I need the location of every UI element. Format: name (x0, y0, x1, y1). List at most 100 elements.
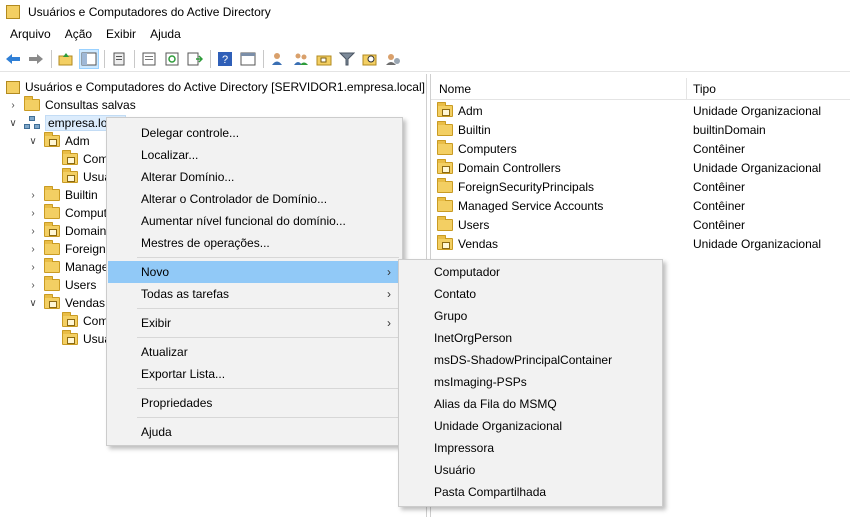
submenu-item-user[interactable]: Usuário (400, 459, 661, 481)
menu-arquivo[interactable]: Arquivo (4, 27, 57, 41)
list-header: Nome Tipo (431, 78, 850, 100)
console-icon[interactable] (238, 49, 258, 69)
expand-icon[interactable]: › (26, 278, 40, 292)
list-item[interactable]: Computers Contêiner (431, 139, 850, 158)
menu-separator (137, 337, 399, 338)
list-item[interactable]: Domain Controllers Unidade Organizaciona… (431, 158, 850, 177)
menu-item-label: Todas as tarefas (141, 287, 230, 301)
folder-icon (44, 258, 60, 273)
menu-item-help[interactable]: Ajuda (108, 421, 401, 443)
properties-icon[interactable] (139, 49, 159, 69)
tree-item-computers[interactable]: › Comput (26, 204, 107, 222)
menu-item-label: Exibir (141, 316, 172, 330)
submenu-item-imaging-psps[interactable]: msImaging-PSPs (400, 371, 661, 393)
collapse-icon[interactable]: ∨ (6, 116, 20, 130)
ou-icon (44, 294, 60, 309)
column-header-name[interactable]: Nome (439, 82, 471, 96)
refresh-icon[interactable] (162, 49, 182, 69)
list-item-type: Unidade Organizacional (693, 160, 822, 175)
list-item[interactable]: ForeignSecurityPrincipals Contêiner (431, 177, 850, 196)
menu-item-change-dc[interactable]: Alterar o Controlador de Domínio... (108, 188, 401, 210)
submenu-item-ou[interactable]: Unidade Organizacional (400, 415, 661, 437)
tree-item-managed[interactable]: › Manage (26, 258, 108, 276)
ou-icon (437, 101, 453, 117)
find-icon[interactable] (360, 49, 380, 69)
tree-root-label: Usuários e Computadores do Active Direct… (25, 80, 425, 94)
column-header-type[interactable]: Tipo (693, 82, 716, 96)
domain-icon (24, 116, 40, 130)
submenu-item-msmq-alias[interactable]: Alias da Fila do MSMQ (400, 393, 661, 415)
app-icon (6, 5, 20, 19)
submenu-item-group[interactable]: Grupo (400, 305, 661, 327)
tree-item-users[interactable]: › Users (26, 276, 96, 294)
list-item-type: Contêiner (693, 179, 746, 194)
tree-item-foreign[interactable]: › ForeignS (26, 240, 114, 258)
menu-item-raise-level[interactable]: Aumentar nível funcional do domínio... (108, 210, 401, 232)
list-item[interactable]: Managed Service Accounts Contêiner (431, 196, 850, 215)
export-list-icon[interactable] (185, 49, 205, 69)
menu-item-all-tasks[interactable]: Todas as tarefas › (108, 283, 401, 305)
menu-item-export[interactable]: Exportar Lista... (108, 363, 401, 385)
folder-icon (44, 204, 60, 219)
menu-acao[interactable]: Ação (59, 27, 98, 41)
tree-item-adm-child[interactable]: Usua (62, 168, 111, 186)
expand-icon[interactable]: › (26, 260, 40, 274)
expand-icon[interactable]: › (26, 242, 40, 256)
menu-ajuda[interactable]: Ajuda (144, 27, 187, 41)
show-hide-console-tree-icon[interactable] (79, 48, 99, 69)
column-divider[interactable] (686, 78, 687, 100)
tree-item-vendas-child[interactable]: Usua (62, 330, 111, 348)
window-title: Usuários e Computadores do Active Direct… (28, 5, 271, 19)
submenu-item-shadow-principal[interactable]: msDS-ShadowPrincipalContainer (400, 349, 661, 371)
forward-icon[interactable] (26, 49, 46, 69)
expand-icon[interactable]: › (26, 206, 40, 220)
menu-item-operations-masters[interactable]: Mestres de operações... (108, 232, 401, 254)
submenu-item-shared-folder[interactable]: Pasta Compartilhada (400, 481, 661, 503)
filter-icon[interactable] (337, 49, 357, 69)
tree-item-domain-controllers[interactable]: › Domain (26, 222, 106, 240)
list-item[interactable]: Builtin builtinDomain (431, 120, 850, 139)
new-user-icon[interactable] (268, 49, 288, 69)
ou-icon (437, 234, 453, 250)
menu-item-properties[interactable]: Propriedades (108, 392, 401, 414)
tree-item-adm[interactable]: ∨ Adm (26, 132, 90, 150)
list-item[interactable]: Adm Unidade Organizacional (431, 101, 850, 120)
menu-item-find[interactable]: Localizar... (108, 144, 401, 166)
submenu-item-inetorgperson[interactable]: InetOrgPerson (400, 327, 661, 349)
toolbar-separator (51, 49, 52, 68)
submenu-item-contact[interactable]: Contato (400, 283, 661, 305)
tree-item-vendas-child[interactable]: Com (62, 312, 108, 330)
menu-item-new[interactable]: Novo › (108, 261, 401, 283)
tree-root[interactable]: Usuários e Computadores do Active Direct… (6, 78, 425, 96)
help-icon[interactable]: ? (215, 49, 235, 69)
submenu-item-computer[interactable]: Computador (400, 261, 661, 283)
collapse-icon[interactable]: ∨ (26, 134, 40, 148)
menu-item-view[interactable]: Exibir › (108, 312, 401, 334)
menu-item-change-domain[interactable]: Alterar Domínio... (108, 166, 401, 188)
back-icon[interactable] (3, 49, 23, 69)
menu-item-label: Novo (141, 265, 170, 279)
list-item[interactable]: Users Contêiner (431, 215, 850, 234)
menu-exibir[interactable]: Exibir (100, 27, 142, 41)
collapse-icon[interactable]: ∨ (26, 296, 40, 310)
clipboard-icon[interactable] (109, 49, 129, 69)
expand-icon[interactable]: › (6, 98, 20, 112)
tree-item-saved-queries[interactable]: › Consultas salvas (6, 96, 136, 114)
submenu-item-printer[interactable]: Impressora (400, 437, 661, 459)
add-to-group-icon[interactable] (383, 49, 403, 69)
up-folder-icon[interactable] (56, 49, 76, 69)
tree-item-vendas[interactable]: ∨ Vendas (26, 294, 105, 312)
ou-icon (62, 312, 78, 327)
new-group-icon[interactable] (291, 49, 311, 69)
tree-item-label: Domain (65, 224, 107, 238)
list-item[interactable]: Vendas Unidade Organizacional (431, 234, 850, 253)
tree-item-adm-child[interactable]: Com (62, 150, 108, 168)
expand-icon[interactable]: › (26, 188, 40, 202)
list-item-name: Builtin (458, 122, 491, 137)
menu-item-delegate[interactable]: Delegar controle... (108, 122, 401, 144)
expand-icon[interactable]: › (26, 224, 40, 238)
folder-icon (437, 177, 453, 193)
tree-item-builtin[interactable]: › Builtin (26, 186, 98, 204)
menu-item-refresh[interactable]: Atualizar (108, 341, 401, 363)
new-ou-icon[interactable] (314, 49, 334, 69)
